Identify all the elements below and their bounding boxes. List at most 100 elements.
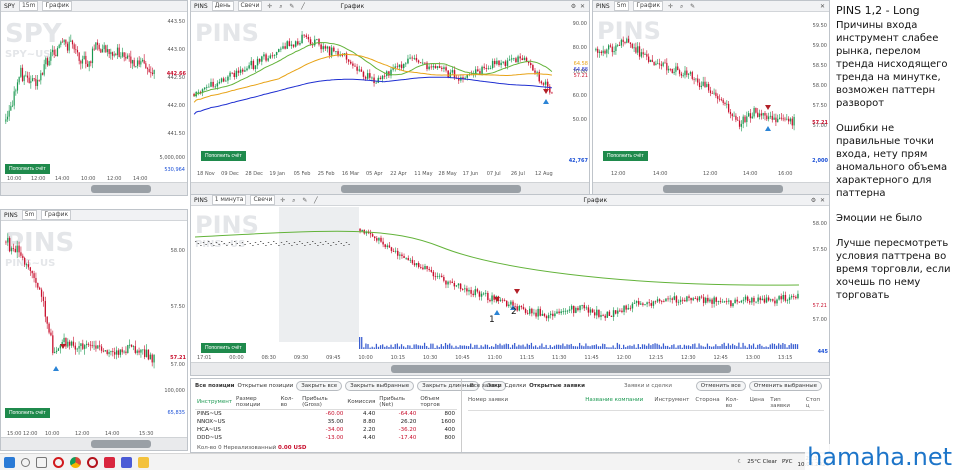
close-all-button[interactable]: Закрыть все: [296, 381, 343, 391]
scroll-thumb[interactable]: [391, 365, 731, 373]
candle-body: [151, 354, 153, 363]
candle-body: [33, 273, 35, 278]
column-header[interactable]: Инструмент: [195, 395, 235, 410]
pins-5m-top-price-plot[interactable]: [593, 13, 801, 143]
symbol-label[interactable]: PINS: [194, 197, 208, 204]
deposit-button[interactable]: Пополнить счёт: [201, 151, 246, 161]
chart-type-select[interactable]: Свечи: [237, 1, 263, 11]
candle-body: [143, 59, 145, 64]
crosshair-icon[interactable]: ✛: [279, 197, 286, 204]
spy-price-plot[interactable]: [1, 13, 161, 153]
zoom-icon[interactable]: ⌕: [277, 3, 284, 10]
volume-bar: [467, 346, 470, 349]
opera-gx-icon[interactable]: [87, 456, 98, 468]
view-select[interactable]: График: [41, 210, 72, 220]
deposit-button[interactable]: Пополнить счёт: [201, 343, 246, 353]
chart-type-select[interactable]: Свечи: [250, 195, 276, 205]
view-label[interactable]: График: [583, 197, 607, 204]
pins-1m-price-plot[interactable]: [191, 207, 803, 352]
cancel-selected-button[interactable]: Отменить выбранные: [748, 381, 822, 391]
pins-daily-price-plot[interactable]: [191, 13, 559, 143]
symbol-label[interactable]: PINS: [596, 3, 610, 10]
interval-select[interactable]: День: [211, 1, 234, 11]
column-header[interactable]: Комиссия: [345, 395, 378, 410]
folder-icon[interactable]: [138, 456, 149, 468]
table-row[interactable]: PINS~US -60.00 4.40 -64.40 800: [195, 410, 457, 419]
view-select[interactable]: График: [633, 1, 664, 11]
column-header[interactable]: Стоп ц: [806, 397, 824, 409]
candle-body: [651, 59, 653, 62]
app-icon[interactable]: [104, 456, 115, 468]
draw-icon[interactable]: ✎: [689, 3, 696, 10]
pins-5m-left-price-plot[interactable]: [1, 222, 161, 382]
windows-start-icon[interactable]: [4, 456, 15, 468]
interval-select[interactable]: 1 минута: [211, 195, 247, 205]
crosshair-icon[interactable]: ✛: [266, 3, 273, 10]
scroll-thumb[interactable]: [341, 185, 521, 193]
tab-open-orders[interactable]: Открытые заявки: [529, 383, 585, 389]
interval-select[interactable]: 5m: [21, 210, 38, 220]
column-header[interactable]: Размер позиции: [234, 395, 279, 410]
symbol-label[interactable]: PINS: [194, 3, 208, 10]
candle-body: [755, 301, 757, 303]
language-indicator[interactable]: РУС: [782, 459, 793, 465]
pins-1m-scrollbar[interactable]: [191, 362, 829, 375]
view-label[interactable]: График: [340, 3, 364, 10]
tab-all-positions[interactable]: Все позиции: [195, 383, 235, 389]
task-view-icon[interactable]: [36, 456, 47, 468]
column-header[interactable]: Цена: [750, 397, 765, 409]
column-header[interactable]: Инструмент: [654, 397, 689, 409]
draw-icon[interactable]: ✎: [301, 197, 308, 204]
deposit-button[interactable]: Пополнить счёт: [5, 164, 50, 174]
trading-app-icon[interactable]: [121, 456, 132, 468]
column-header[interactable]: Кол-во: [726, 397, 744, 409]
symbol-label[interactable]: PINS: [4, 212, 18, 219]
chrome-icon[interactable]: [70, 456, 81, 468]
spy-scrollbar[interactable]: [1, 182, 187, 195]
tab-all-orders[interactable]: Все заявки: [470, 383, 502, 389]
interval-select[interactable]: 15m: [18, 1, 39, 11]
column-header[interactable]: Объем торгов: [418, 395, 457, 410]
column-header[interactable]: Тип заявки: [770, 397, 800, 409]
search-icon[interactable]: [21, 457, 30, 467]
draw-icon[interactable]: ✎: [288, 3, 295, 10]
interval-select[interactable]: 5m: [613, 1, 630, 11]
opera-icon[interactable]: [53, 456, 64, 468]
table-row[interactable]: NNOX~US 35.00 8.80 26.20 1600: [195, 418, 457, 426]
deposit-button[interactable]: Пополнить счёт: [603, 151, 648, 161]
view-select[interactable]: График: [42, 1, 73, 11]
column-header[interactable]: Прибыль (Net): [377, 395, 419, 410]
crosshair-icon[interactable]: ✛: [667, 3, 674, 10]
table-row[interactable]: DDD~US -13.00 4.40 -17.40 800: [195, 434, 457, 442]
tab-open-positions[interactable]: Открытые позиции: [238, 383, 294, 389]
candle-body: [533, 312, 535, 314]
table-row[interactable]: HCA~US -34.00 2.20 -36.20 400: [195, 426, 457, 434]
column-header[interactable]: Кол-во: [278, 395, 301, 410]
scroll-thumb[interactable]: [91, 440, 151, 448]
candle-body: [46, 58, 49, 66]
close-icon[interactable]: ✕: [579, 3, 586, 10]
settings-icon[interactable]: ⚙: [570, 3, 577, 10]
trendline-icon[interactable]: ╱: [312, 197, 319, 204]
pins-5m-left-scrollbar[interactable]: [1, 437, 187, 450]
column-header[interactable]: Название компании: [585, 397, 648, 409]
column-header[interactable]: Прибыль (Gross): [300, 395, 346, 410]
column-header[interactable]: Сторона: [695, 397, 719, 409]
zoom-icon[interactable]: ⌕: [290, 197, 297, 204]
settings-icon[interactable]: ⚙: [810, 197, 817, 204]
weather-text[interactable]: 25°C Clear: [747, 459, 777, 465]
column-header[interactable]: Номер заявки: [468, 397, 579, 409]
close-icon[interactable]: ✕: [819, 197, 826, 204]
symbol-label[interactable]: SPY: [4, 3, 15, 10]
scroll-thumb[interactable]: [91, 185, 151, 193]
trendline-icon[interactable]: ╱: [299, 3, 306, 10]
tab-trades[interactable]: Сделки: [505, 383, 526, 389]
cancel-all-button[interactable]: Отменить все: [695, 381, 746, 391]
close-icon[interactable]: ✕: [819, 3, 826, 10]
close-selected-button[interactable]: Закрыть выбранные: [345, 381, 415, 391]
zoom-icon[interactable]: ⌕: [678, 3, 685, 10]
scroll-thumb[interactable]: [663, 185, 783, 193]
deposit-button[interactable]: Пополнить счёт: [5, 408, 50, 418]
pins-daily-x-axis: 18 Nov 09 Dec 28 Dec 19 Jan 05 Feb 25 Feb 16 M…: [191, 170, 559, 178]
candle-body: [510, 301, 512, 305]
